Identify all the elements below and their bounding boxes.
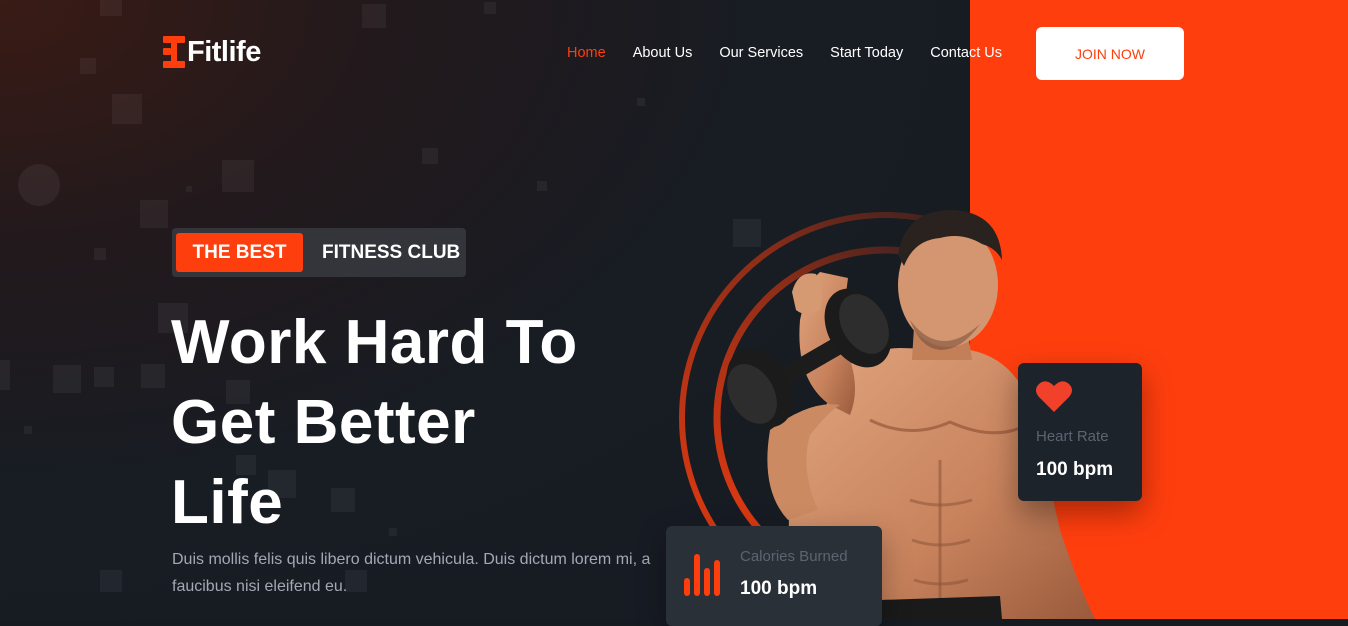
dumbbell-logo-icon	[163, 34, 185, 70]
heart-rate-value: 100 bpm	[1036, 459, 1114, 480]
main-nav: Home About Us Our Services Start Today C…	[567, 44, 1029, 62]
calories-value: 100 bpm	[740, 578, 818, 599]
nav-start-today[interactable]: Start Today	[830, 44, 903, 62]
nav-contact-us[interactable]: Contact Us	[930, 44, 1002, 62]
hero-headline: Work Hard To Get Better Life	[171, 303, 578, 543]
logo[interactable]: Fitlife	[163, 34, 261, 70]
badge-highlight: THE BEST	[176, 233, 303, 272]
badge-text: FITNESS CLUB	[322, 241, 461, 263]
headline-line-2: Get Better	[171, 388, 476, 457]
nav-our-services[interactable]: Our Services	[719, 44, 803, 62]
heart-rate-card: Heart Rate 100 bpm	[1018, 363, 1142, 501]
bar-chart-icon	[684, 554, 720, 596]
heart-icon	[1036, 381, 1072, 412]
calories-label: Calories Burned	[740, 548, 848, 565]
calories-card: Calories Burned 100 bpm	[666, 526, 882, 626]
join-now-button[interactable]: JOIN NOW	[1036, 27, 1184, 80]
heart-rate-label: Heart Rate	[1036, 428, 1109, 445]
headline-line-1: Work Hard To	[171, 308, 578, 377]
headline-line-3: Life	[171, 468, 284, 537]
hero-description: Duis mollis felis quis libero dictum veh…	[172, 551, 651, 595]
nav-home[interactable]: Home	[567, 44, 606, 62]
logo-text: Fitlife	[187, 35, 261, 68]
hero-badge: THE BEST FITNESS CLUB	[172, 228, 466, 277]
nav-about-us[interactable]: About Us	[633, 44, 693, 62]
